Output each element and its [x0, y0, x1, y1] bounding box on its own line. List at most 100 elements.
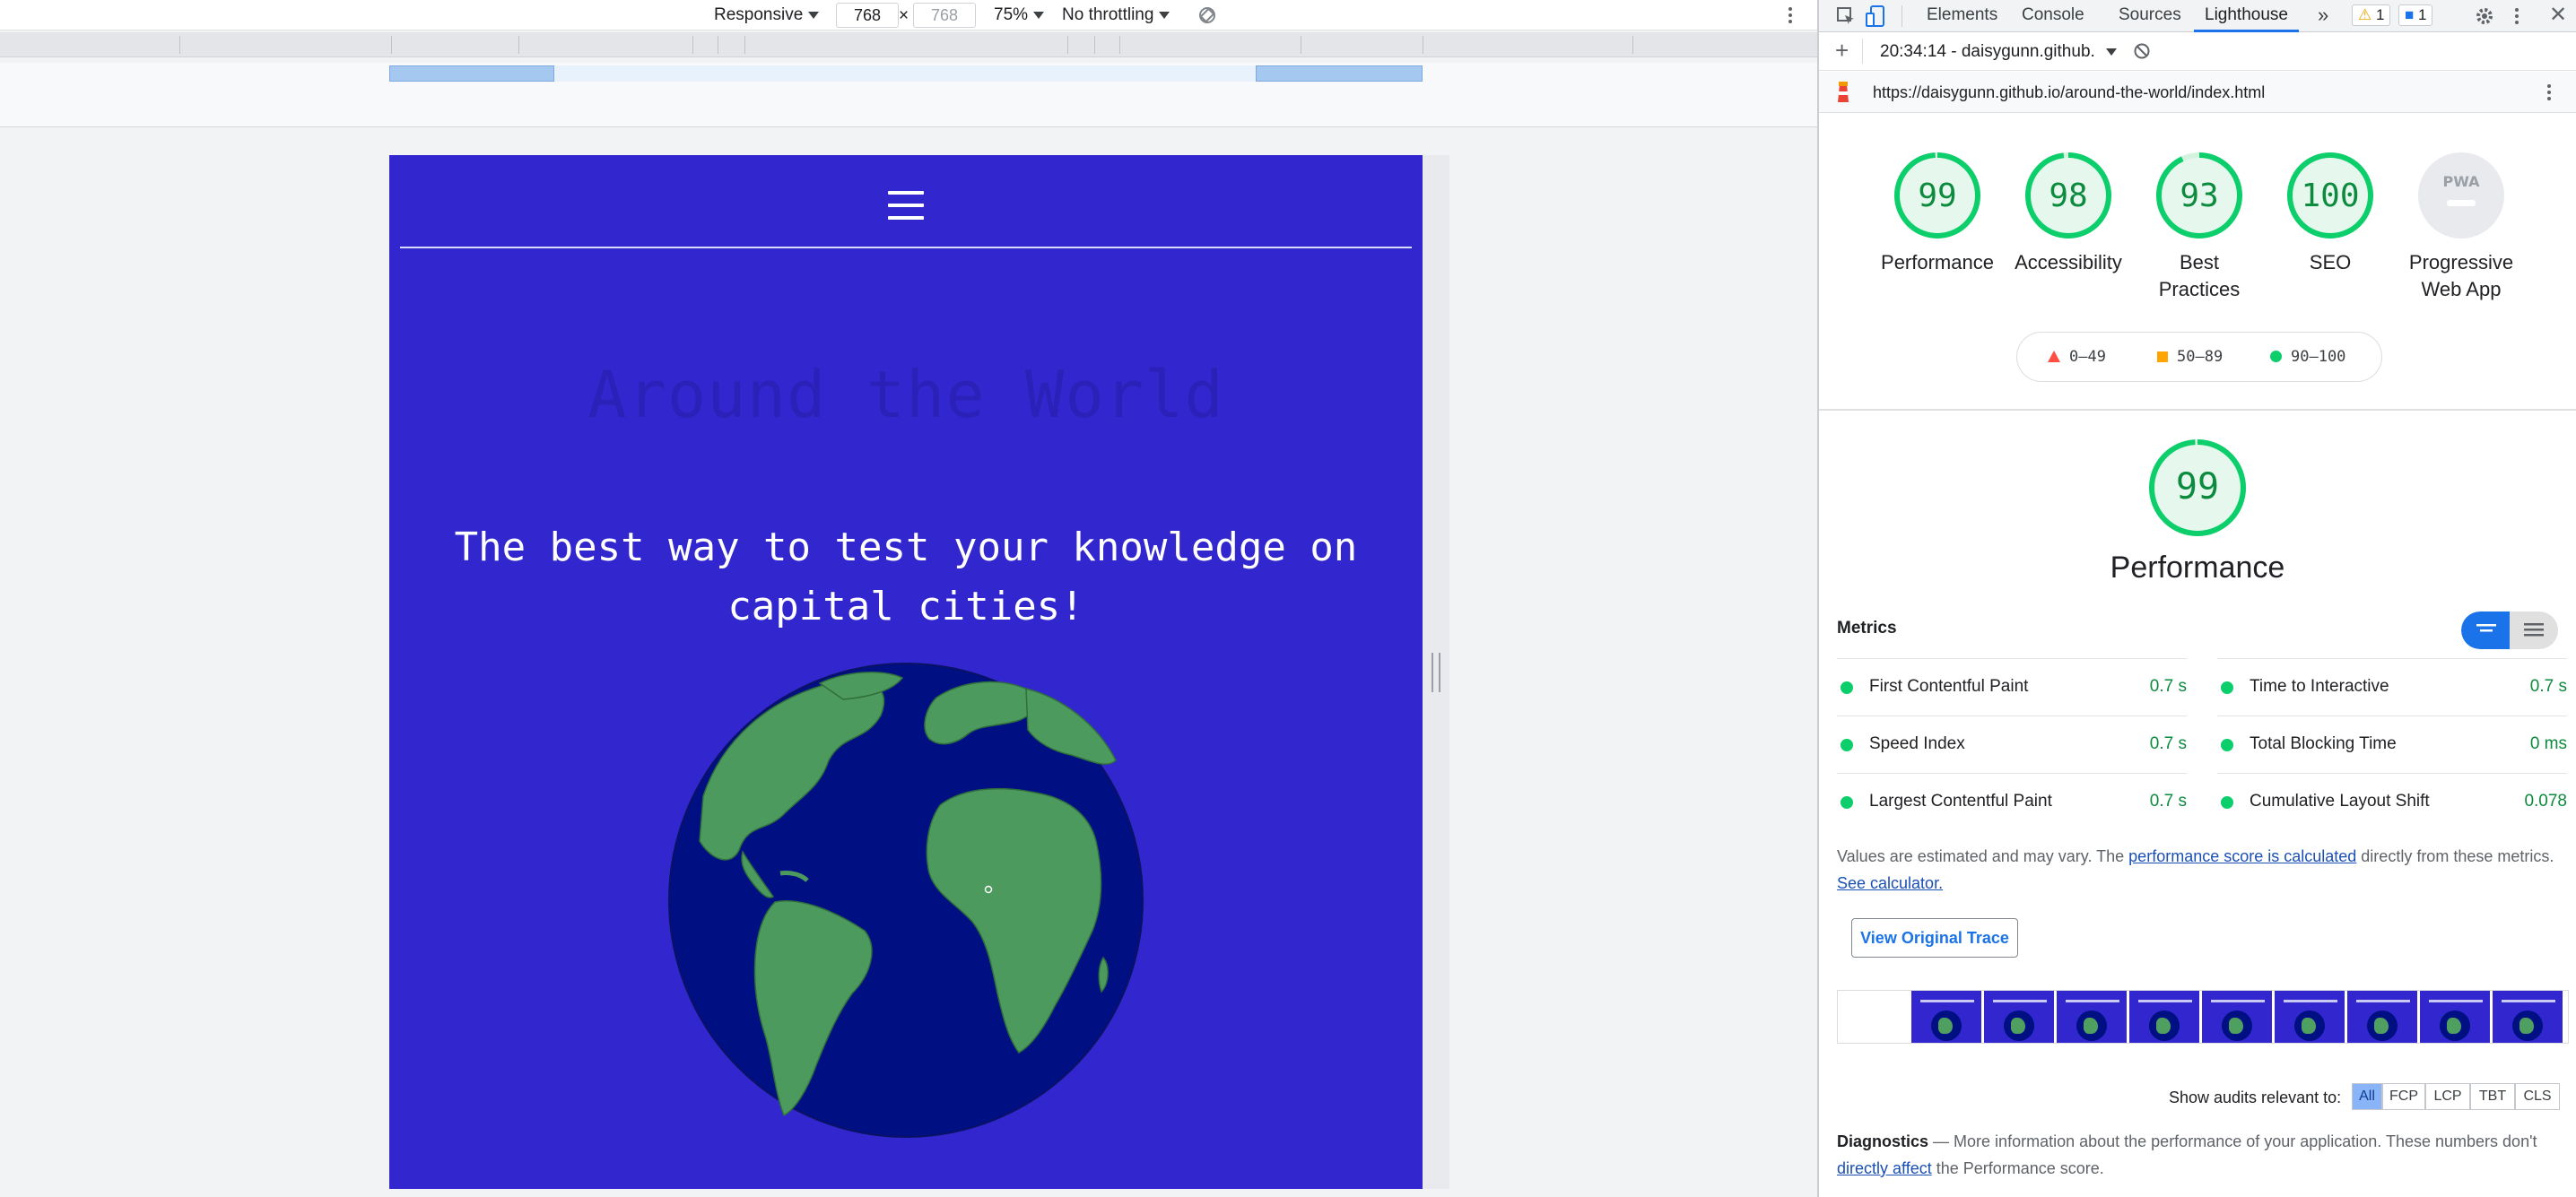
ruler-tick	[518, 36, 519, 54]
device-toolbar-icon[interactable]	[1866, 4, 1887, 28]
diagnostics-section: Diagnostics — More information about the…	[1837, 1128, 2563, 1182]
filmstrip-frame-blank	[1838, 991, 1910, 1043]
filmstrip-frame	[2128, 991, 2199, 1043]
pass-circle-icon	[1841, 796, 1853, 809]
report-selector[interactable]: 20:34:14 - daisygunn.github.io	[1880, 42, 2095, 62]
note-text: Values are estimated and may vary. The	[1837, 847, 2129, 865]
more-tabs-icon[interactable]: »	[2318, 0, 2328, 32]
fail-triangle-icon	[2048, 351, 2060, 362]
pass-circle-icon	[1841, 739, 1853, 751]
label-best-practices: Best Practices	[2158, 251, 2241, 300]
media-query-segment[interactable]	[554, 65, 1256, 82]
gauge-seo[interactable]: 100	[2285, 151, 2375, 240]
score-legend: 0–49 50–89 90–100	[2016, 332, 2382, 382]
width-input[interactable]: 768	[836, 3, 899, 28]
filmstrip-frame	[2491, 991, 2563, 1043]
tab-lighthouse[interactable]: Lighthouse	[2194, 0, 2299, 32]
metric-name: Time to Interactive	[2250, 677, 2389, 696]
site-tagline: The best way to test your knowledge on c…	[454, 525, 1358, 629]
dimensions-label: Responsive	[714, 5, 804, 24]
height-input[interactable]: 768	[913, 3, 976, 28]
settings-gear-icon[interactable]	[2474, 5, 2495, 27]
label-pwa: Progressive Web App	[2408, 251, 2514, 300]
filmstrip	[1837, 990, 2569, 1044]
metric-value: 0.7 s	[2149, 792, 2187, 811]
ruler-tick	[692, 36, 693, 54]
throttling-dropdown[interactable]: No throttling	[1062, 4, 1171, 26]
warnings-badge[interactable]: ⚠ 1	[2352, 4, 2391, 26]
viewport-resize-handle[interactable]	[1432, 653, 1440, 692]
see-calculator-link[interactable]: See calculator.	[1837, 874, 1943, 892]
pass-circle-icon	[2221, 796, 2233, 809]
media-query-segment[interactable]	[389, 65, 554, 82]
metric-value: 0.078	[2524, 792, 2567, 811]
performance-score-large: 99	[2175, 466, 2220, 507]
metric-value: 0.7 s	[2529, 677, 2567, 696]
device-toolbar: Responsive 768 × 768 75% No throttling	[0, 0, 1817, 30]
expanded-list-icon[interactable]	[2522, 622, 2546, 638]
filter-tbt[interactable]: TBT	[2470, 1083, 2515, 1110]
filter-all[interactable]: All	[2352, 1083, 2382, 1110]
devtools-tab-bar: Elements Console Sources Lighthouse » ⚠ …	[1819, 0, 2576, 32]
ruler-tick	[1067, 36, 1068, 54]
diagnostics-heading: Diagnostics	[1837, 1132, 1929, 1150]
performance-gauge-large: 99	[2147, 438, 2248, 538]
clear-reports-icon[interactable]	[2133, 42, 2151, 60]
score-calculation-link[interactable]: performance score is calculated	[2128, 847, 2356, 865]
tab-elements[interactable]: Elements	[1927, 0, 1997, 32]
report-menu-icon[interactable]	[2544, 82, 2554, 103]
metrics-view-toggle[interactable]	[2461, 612, 2558, 649]
metric-name: Largest Contentful Paint	[1869, 792, 2052, 811]
dimensions-dropdown[interactable]: Responsive	[714, 4, 820, 26]
close-devtools-icon[interactable]: ✕	[2549, 2, 2567, 28]
metric-value: 0 ms	[2529, 734, 2567, 753]
filmstrip-frame	[2345, 991, 2417, 1043]
score-seo: 100	[2301, 178, 2360, 214]
compact-view-button[interactable]	[2461, 612, 2510, 649]
score-best-practices: 93	[2180, 178, 2219, 214]
zoom-dropdown[interactable]: 75%	[994, 4, 1045, 26]
metrics-heading: Metrics	[1837, 619, 1897, 638]
filter-cls[interactable]: CLS	[2515, 1083, 2560, 1110]
chevron-down-icon	[808, 11, 820, 19]
tab-console[interactable]: Console	[2022, 0, 2084, 32]
chevron-down-icon	[1033, 11, 1045, 19]
pass-circle-icon	[1841, 681, 1853, 694]
media-query-ruler	[0, 32, 1817, 57]
tab-sources[interactable]: Sources	[2119, 0, 2181, 32]
customize-menu-icon[interactable]	[2511, 5, 2522, 27]
gauge-best-practices[interactable]: 93	[2154, 151, 2244, 240]
label-performance: Performance	[1881, 251, 1994, 273]
filter-lcp[interactable]: LCP	[2425, 1083, 2470, 1110]
inspect-element-icon[interactable]	[1835, 5, 1857, 27]
diagnostics-dash: —	[1928, 1132, 1954, 1150]
filmstrip-frame	[2055, 991, 2127, 1043]
more-options-icon[interactable]	[1783, 4, 1797, 26]
rotate-icon[interactable]	[1197, 4, 1218, 26]
metric-fcp: First Contentful Paint 0.7 s	[1837, 658, 2187, 716]
media-query-segment[interactable]	[1256, 65, 1423, 82]
gauge-pwa[interactable]: PWA	[2416, 151, 2506, 240]
lighthouse-logo-icon	[1838, 82, 1849, 102]
site-title: Around the World	[587, 357, 1224, 432]
message-icon: ■	[2405, 6, 2415, 23]
directly-affect-link[interactable]: directly affect	[1837, 1159, 1932, 1177]
view-trace-button[interactable]: View Original Trace	[1851, 918, 2018, 958]
header-divider	[400, 247, 1412, 248]
estimate-note: Values are estimated and may vary. The p…	[1837, 843, 2554, 897]
new-report-icon[interactable]: +	[1835, 37, 1849, 65]
ruler-tick	[1119, 36, 1120, 54]
zoom-label: 75%	[994, 5, 1029, 24]
messages-badge[interactable]: ■ 1	[2398, 4, 2433, 26]
report-url[interactable]: https://daisygunn.github.io/around-the-w…	[1873, 83, 2265, 102]
filter-fcp[interactable]: FCP	[2382, 1083, 2425, 1110]
hamburger-menu-icon[interactable]	[888, 191, 924, 220]
gauge-performance[interactable]: 99	[1893, 151, 1982, 240]
globe-image	[668, 663, 1144, 1138]
metric-speed-index: Speed Index 0.7 s	[1837, 716, 2187, 773]
chevron-down-icon[interactable]	[2106, 48, 2117, 56]
gauge-accessibility[interactable]: 98	[2023, 151, 2113, 240]
metric-lcp: Largest Contentful Paint 0.7 s	[1837, 773, 2187, 830]
pass-circle-icon	[2221, 739, 2233, 751]
lighthouse-toolbar: + 20:34:14 - daisygunn.github.io	[1819, 33, 2576, 71]
